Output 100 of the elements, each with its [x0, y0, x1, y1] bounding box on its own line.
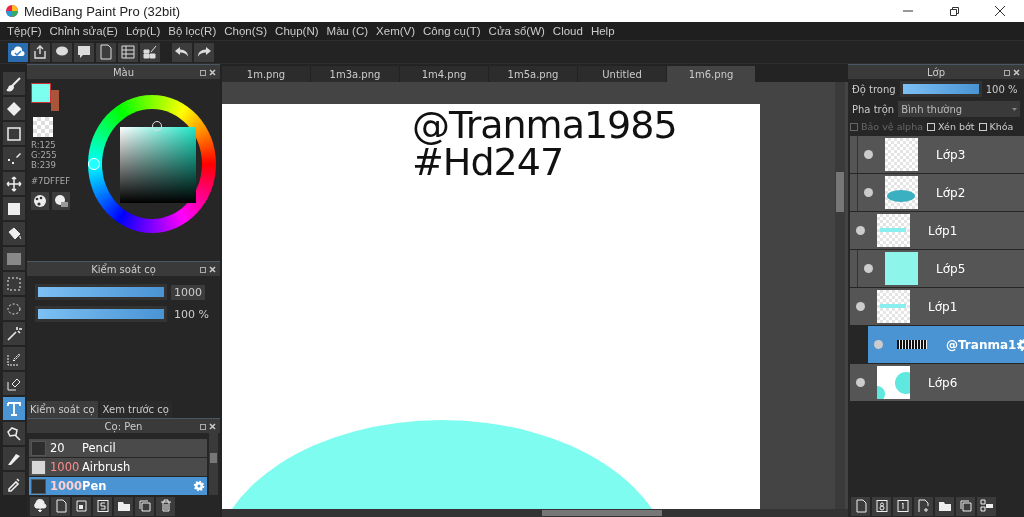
panel-tab[interactable]: Kiểm soát cọ: [27, 401, 98, 418]
restore-icon[interactable]: [948, 5, 960, 17]
document-tab[interactable]: 1m5a.png: [489, 66, 578, 82]
list-icon[interactable]: [118, 42, 138, 62]
layer-row[interactable]: Lớp3: [850, 136, 1024, 173]
add-layer-icon[interactable]: [914, 496, 933, 516]
merge-layer-icon[interactable]: [977, 496, 996, 516]
app-logo-icon: [5, 4, 19, 18]
magic-wand-icon[interactable]: [2, 322, 25, 345]
duplicate-icon[interactable]: [135, 496, 154, 516]
hue-marker[interactable]: [88, 158, 101, 170]
brush-size-value[interactable]: 1000: [171, 284, 205, 300]
float-icon[interactable]: [200, 422, 207, 430]
caret-icon: [1012, 107, 1017, 111]
brush-item[interactable]: 1000 Airbrush: [29, 458, 207, 476]
select-eraser-icon[interactable]: [2, 372, 25, 395]
filled-square-icon[interactable]: [2, 197, 25, 220]
redo-icon[interactable]: [194, 42, 214, 62]
eyedropper-icon[interactable]: [2, 472, 25, 495]
blend-mode-dropdown[interactable]: Bình thường: [898, 101, 1020, 117]
scrollbar[interactable]: [209, 433, 218, 495]
transparent-swatch[interactable]: [33, 117, 53, 137]
new-layer-icon[interactable]: [851, 496, 870, 516]
layer-row[interactable]: Lớp1: [850, 212, 1024, 249]
brush-icon[interactable]: [2, 72, 25, 95]
select-pen-icon[interactable]: [2, 347, 25, 370]
document-tab[interactable]: Untitled: [578, 66, 667, 82]
move-arrows-icon[interactable]: [2, 172, 25, 195]
hex-value: #7DFFEF: [31, 176, 71, 186]
script-icon[interactable]: [93, 496, 112, 516]
paint-bucket-icon[interactable]: [2, 222, 25, 245]
float-icon[interactable]: [1004, 68, 1011, 76]
close-icon[interactable]: [994, 5, 1006, 17]
menu-item[interactable]: Tệp(F): [3, 25, 46, 37]
menu-item[interactable]: Màu (C): [322, 25, 373, 37]
comment-icon[interactable]: [74, 42, 94, 62]
menu-item[interactable]: Chụp(N): [271, 25, 323, 37]
folder-icon[interactable]: [935, 496, 954, 516]
menu-item[interactable]: Xem(V): [372, 25, 420, 37]
8bit-layer-icon[interactable]: [872, 496, 891, 516]
folder-icon[interactable]: [114, 496, 133, 516]
cloud-check-icon[interactable]: [8, 42, 28, 62]
visibility-dot[interactable]: [864, 150, 873, 159]
layer-option-checkbox[interactable]: Khóa: [978, 121, 1014, 132]
menu-item[interactable]: Lớp(L): [121, 25, 165, 37]
menu-item[interactable]: Help: [586, 25, 619, 37]
trash-icon[interactable]: [156, 496, 175, 516]
layer-name: Lớp1: [928, 299, 958, 314]
layer-row[interactable]: Lớp1: [850, 288, 1024, 325]
visibility-dot[interactable]: [864, 188, 873, 197]
lasso-select-icon[interactable]: [2, 297, 25, 320]
brush-item[interactable]: 20 Pencil: [29, 439, 207, 457]
menu-item[interactable]: Công cụ(T): [419, 25, 485, 37]
panel-tab[interactable]: Xem trước cọ: [99, 401, 172, 418]
rectangle-select-icon[interactable]: [2, 272, 25, 295]
visibility-dot[interactable]: [864, 264, 873, 273]
document-tab[interactable]: 1m.png: [222, 66, 311, 82]
menu-item[interactable]: Chọn(S): [220, 25, 272, 37]
document-tab[interactable]: 1m3a.png: [311, 66, 400, 82]
vertical-scrollbar[interactable]: [835, 82, 845, 509]
palette-window-icon[interactable]: [52, 192, 70, 210]
duplicate-icon[interactable]: [956, 496, 975, 516]
eraser-icon[interactable]: [2, 97, 25, 120]
background-color-swatch[interactable]: [51, 90, 59, 111]
page-icon[interactable]: [96, 42, 116, 62]
document-tab[interactable]: 1m6.png: [667, 66, 756, 82]
speech-bubble-icon[interactable]: [52, 42, 72, 62]
1bit-layer-icon[interactable]: [893, 496, 912, 516]
menu-item[interactable]: Bộ lọc(R): [164, 25, 221, 37]
text-tool-icon[interactable]: [2, 397, 25, 420]
visibility-dot[interactable]: [874, 340, 883, 349]
share-icon[interactable]: [30, 42, 50, 62]
canvas-page[interactable]: @Tranma1985 #Hd247: [222, 104, 760, 509]
cloud-download-icon[interactable]: [30, 496, 49, 516]
gear-icon[interactable]: [193, 480, 205, 492]
layer-row[interactable]: Lớp6: [850, 364, 1024, 401]
undo-icon[interactable]: [172, 42, 192, 62]
layer-option-checkbox[interactable]: Xén bớt: [927, 121, 975, 132]
menu-item[interactable]: Chỉnh sửa(E): [45, 25, 122, 37]
pointer-icon[interactable]: [2, 422, 25, 445]
visibility-dot[interactable]: [856, 302, 865, 311]
float-icon[interactable]: [200, 68, 207, 76]
foreground-color-swatch[interactable]: [31, 83, 51, 103]
document-tab[interactable]: 1m4.png: [400, 66, 489, 82]
square-icon[interactable]: [2, 122, 25, 145]
layer-row[interactable]: Lớp2: [850, 174, 1024, 211]
add-brush-icon[interactable]: [72, 496, 91, 516]
knife-icon[interactable]: [2, 447, 25, 470]
visibility-dot[interactable]: [856, 378, 865, 387]
saturation-value-square[interactable]: [120, 127, 197, 203]
menu-item[interactable]: Cửa sổ(W): [484, 25, 549, 37]
gradient-icon[interactable]: [2, 247, 25, 270]
grid-icon[interactable]: [140, 42, 160, 62]
layer-row[interactable]: Lớp5: [850, 250, 1024, 287]
horizontal-scrollbar[interactable]: [222, 509, 848, 517]
new-page-icon[interactable]: [51, 496, 70, 516]
float-icon[interactable]: [200, 265, 207, 273]
visibility-dot[interactable]: [856, 226, 865, 235]
menu-item[interactable]: Cloud: [548, 25, 587, 37]
palette-icon[interactable]: [31, 192, 49, 210]
